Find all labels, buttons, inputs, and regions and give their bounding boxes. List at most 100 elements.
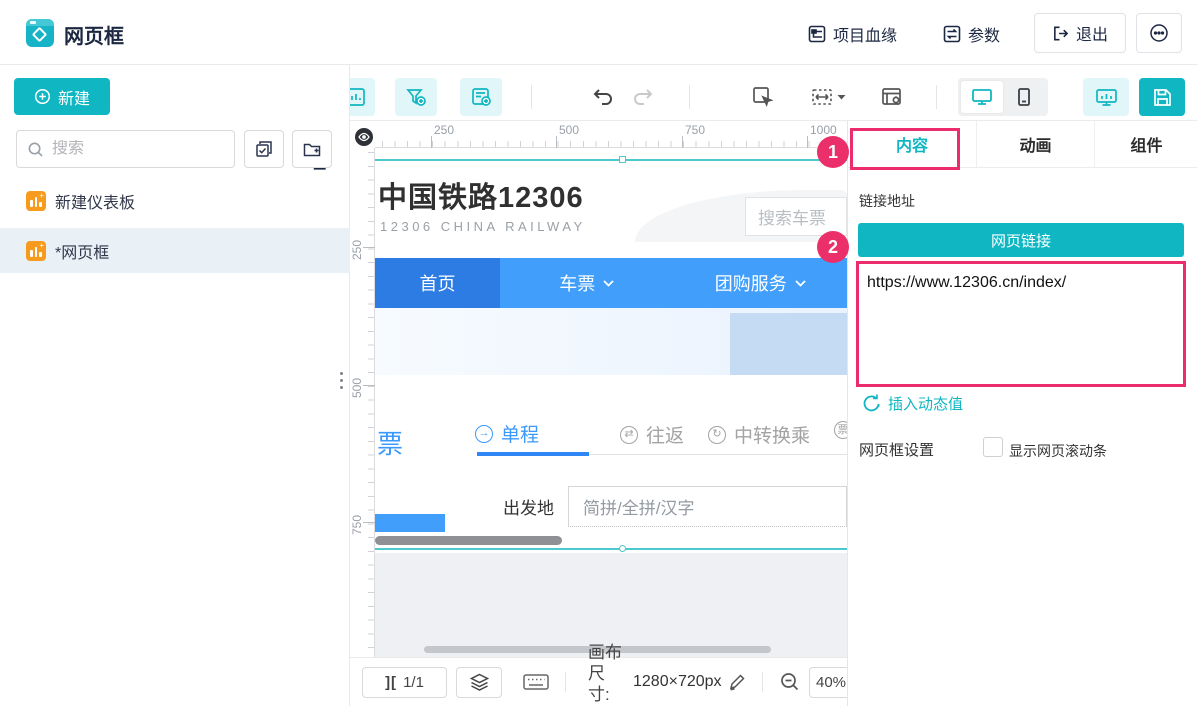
params-button[interactable]: 参数 <box>943 22 1000 46</box>
canvas-size-value: 1280×720px <box>633 673 722 690</box>
tab-content[interactable]: 内容 <box>848 121 977 167</box>
transfer-icon: ↻ <box>708 425 726 444</box>
project-lineage-button[interactable]: 项目血缘 <box>808 22 897 46</box>
page-title: 网页框 <box>64 26 124 48</box>
folder-plus-icon <box>302 139 322 159</box>
multi-select-icon <box>254 139 274 159</box>
page-settings-button[interactable] <box>876 82 908 112</box>
search-box[interactable] <box>16 130 235 168</box>
roundtrip-icon: ⇄ <box>620 425 638 444</box>
editor-toolbar <box>337 65 1197 121</box>
ticket-heading-fragment: 票 <box>377 429 404 459</box>
nav-home[interactable]: 首页 <box>375 258 500 308</box>
tab-roundtrip[interactable]: ⇄ 往返 <box>620 421 684 448</box>
mobile-icon <box>1014 87 1034 107</box>
dashboard-icon: + <box>26 240 46 261</box>
sidebar-item-dashboard[interactable]: + 新建仪表板 <box>0 178 350 223</box>
progress-bar-fragment <box>375 514 445 532</box>
panel-tabs: 内容 动画 组件 <box>848 121 1197 168</box>
nav-tickets[interactable]: 车票 <box>500 258 674 308</box>
url-input-wrapper: https://www.12306.cn/index/ <box>856 261 1186 387</box>
frame-settings-label: 网页框设置 <box>859 442 935 459</box>
desktop-icon <box>971 87 993 107</box>
ellipsis-circle-icon <box>1149 23 1169 43</box>
chevron-down-icon <box>603 279 614 287</box>
desktop-mode-button[interactable] <box>961 81 1003 113</box>
page-horizontal-scrollbar[interactable] <box>375 536 562 545</box>
preview-button[interactable] <box>1083 78 1129 116</box>
zoom-out-button[interactable] <box>779 671 801 693</box>
distribute-button[interactable] <box>806 82 850 112</box>
dashboard-icon: + <box>26 190 46 211</box>
nav-group-services[interactable]: 团购服务 <box>674 258 848 308</box>
show-scrollbar-label: 显示网页滚动条 <box>1009 443 1107 459</box>
tab-divider <box>589 454 847 455</box>
edit-size-button[interactable] <box>728 672 747 691</box>
banner-panel <box>730 313 847 375</box>
pencil-icon <box>728 672 747 691</box>
new-folder-button[interactable] <box>292 130 332 168</box>
new-button[interactable]: 新建 <box>14 78 110 115</box>
layers-button[interactable] <box>456 667 502 698</box>
search-input[interactable] <box>52 140 202 158</box>
app-logo-icon <box>26 19 54 47</box>
tab-transfer[interactable]: ↻ 中转换乘 <box>708 421 810 448</box>
page-bracket-icon: ][ <box>385 674 398 691</box>
show-scrollbar-checkbox[interactable] <box>983 437 1003 457</box>
select-region-button[interactable] <box>748 82 778 112</box>
annotation-step-1: 1 <box>817 136 849 168</box>
shortcuts-button[interactable] <box>522 671 550 693</box>
selection-handle[interactable] <box>619 545 626 552</box>
page-indicator-button[interactable]: ][ 1/1 <box>362 667 447 698</box>
chevron-down-icon <box>795 279 806 287</box>
add-form-button[interactable] <box>460 78 502 116</box>
canvas-area[interactable]: 250 500 750 1000 250 500 750 中国铁路12306 1… <box>350 121 847 657</box>
plus-circle-icon <box>34 88 51 105</box>
tab-partial[interactable]: 票 <box>834 421 847 439</box>
save-button[interactable] <box>1139 78 1185 116</box>
web-link-button[interactable]: 网页链接 <box>858 223 1184 257</box>
zoom-out-icon <box>779 671 801 693</box>
web-frame-component[interactable]: 中国铁路12306 12306 CHINA RAILWAY 搜索车票 首页 车票… <box>375 148 847 553</box>
search-icon <box>27 141 44 158</box>
lineage-icon <box>808 25 826 43</box>
sidebar-item-webframe[interactable]: + *网页框 <box>0 228 350 273</box>
mobile-mode-button[interactable] <box>1003 81 1045 113</box>
visibility-toggle-icon[interactable] <box>355 128 373 146</box>
site-title: 中国铁路12306 <box>378 182 584 214</box>
depart-input[interactable]: 简拼/全拼/汉字 <box>568 486 847 527</box>
annotation-step-2: 2 <box>817 231 849 263</box>
multi-select-button[interactable] <box>244 130 284 168</box>
ticket-circle-icon: 票 <box>834 421 847 439</box>
keyboard-icon <box>522 671 550 693</box>
vertical-ruler <box>350 148 375 657</box>
site-subtitle: 12306 CHINA RAILWAY <box>380 219 586 234</box>
undo-button[interactable] <box>589 83 617 111</box>
insert-dynamic-value-link[interactable]: 插入动态值 <box>862 393 963 414</box>
project-sidebar: 新建 + 新建仪表板 + *网页框 <box>0 65 350 706</box>
selection-bottom-edge[interactable] <box>375 548 847 550</box>
canvas-size-label: 画布尺寸: <box>588 643 622 704</box>
url-textarea[interactable]: https://www.12306.cn/index/ <box>859 264 1183 384</box>
layers-icon <box>469 672 490 693</box>
exit-icon <box>1052 25 1069 42</box>
tab-animation[interactable]: 动画 <box>977 121 1095 167</box>
tab-oneway[interactable]: → 单程 <box>475 420 539 447</box>
add-filter-button[interactable] <box>395 78 437 116</box>
zoom-level-value[interactable]: 40% <box>809 667 847 698</box>
active-tab-underline <box>477 452 589 456</box>
config-panel: 内容 动画 组件 链接地址 网页链接 https://www.12306.cn/… <box>847 121 1197 706</box>
exit-button[interactable]: 退出 <box>1034 13 1126 53</box>
selection-top-edge[interactable] <box>375 159 847 161</box>
oneway-icon: → <box>475 424 493 443</box>
selection-handle[interactable] <box>619 156 626 163</box>
redo-button[interactable] <box>629 83 657 111</box>
panel-resize-handle[interactable] <box>340 372 343 393</box>
more-button[interactable] <box>1136 13 1182 53</box>
device-mode-switch <box>958 78 1048 116</box>
depart-label: 出发地 <box>503 499 554 518</box>
app-header: 网页框 项目血缘 参数 退出 <box>0 0 1197 65</box>
tab-component[interactable]: 组件 <box>1095 121 1197 167</box>
sidebar-item-label: 新建仪表板 <box>55 194 136 212</box>
link-address-label: 链接地址 <box>859 193 915 209</box>
